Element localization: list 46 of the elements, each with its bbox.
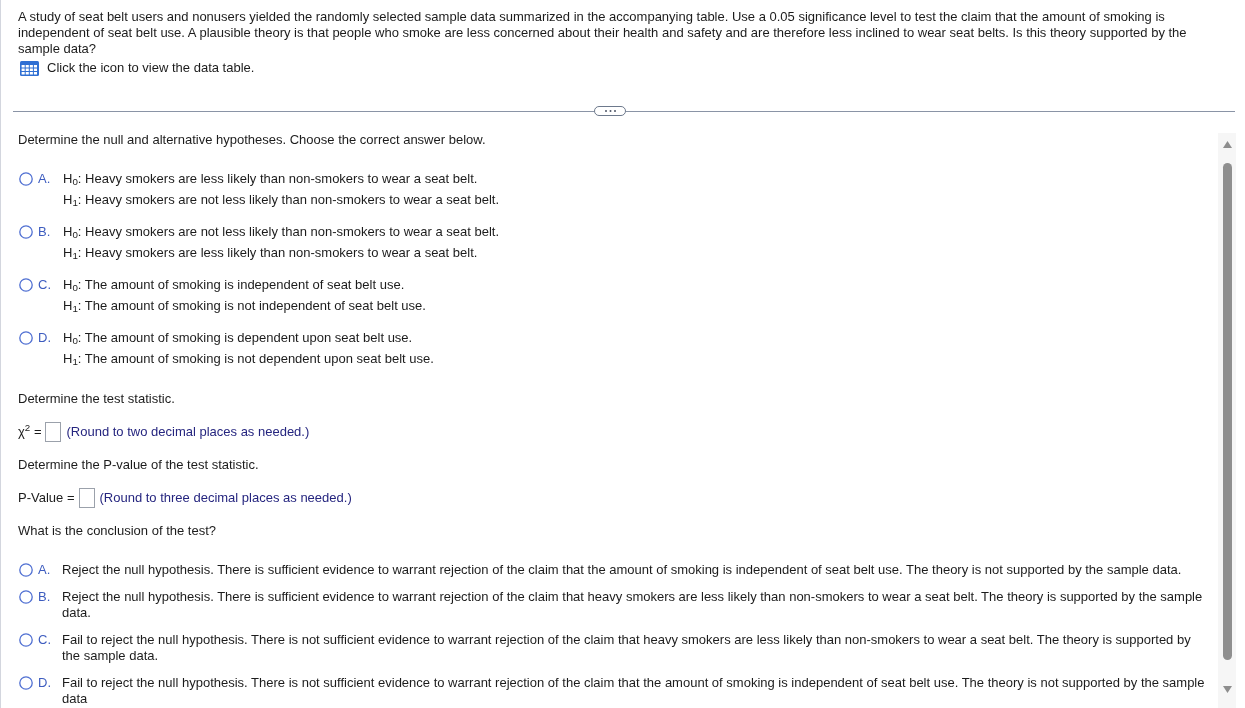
hypothesis-text: H$_{1}$: Heavy smokers are not less likely than non-smokers to wear a seat belt. (63, 192, 500, 208)
rounding-hint: (Round to three decimal places as needed.) (99, 490, 352, 506)
up-arrow-icon[interactable] (1222, 141, 1232, 148)
option-text: Fail to reject the null hypothesis. There is not sufficient evidence to warrant rejection of the claim that the amount of smoking is independent of seat belt use. The theory is not supported by the sample data (62, 675, 1206, 707)
hypothesis-text: H$_{1}$: The amount of smoking is not dependent upon seat belt use. (63, 351, 434, 367)
down-arrow-icon[interactable] (1222, 686, 1232, 693)
equation-label: P-Value = (18, 490, 75, 506)
option-text: Reject the null hypothesis. There is sufficient evidence to warrant rejection of the claim that the amount of smoking is independent of seat belt use. The theory is not supported by the sample data. (62, 562, 1183, 578)
option-letter: B. (38, 224, 52, 240)
hypothesis-text: H$_{1}$: The amount of smoking is not independent of seat belt use. (63, 298, 426, 314)
hypothesis-text: H$_{0}$: Heavy smokers are not less likely than non-smokers to wear a seat belt. (63, 224, 500, 240)
hypothesis-text: H$_{0}$: Heavy smokers are less likely than non-smokers to wear a seat belt. (63, 171, 479, 187)
table-icon[interactable] (20, 60, 39, 76)
scrollbar[interactable] (1218, 133, 1236, 708)
radio-button[interactable] (19, 331, 33, 345)
rounding-hint: (Round to two decimal places as needed.) (66, 424, 310, 440)
option-letter: A. (38, 171, 52, 187)
option-letter: D. (38, 330, 52, 346)
expand-button[interactable] (594, 106, 626, 116)
equation-label: χ$^{2}$ = (18, 424, 42, 440)
question-text: A study of seat belt users and nonusers yielded the randomly selected sample data summarized in the accompanying table. Use a 0.05 significance level to test the claim that the amount of smoking is independent of seat belt use. A plausible theory is that people who smoke are less concerned about their health and safety and are therefore less inclined to wear seat belts. Is this theory supported by the sample data? (18, 9, 1188, 57)
hypothesis-text: H$_{0}$: The amount of smoking is dependent upon seat belt use. (63, 330, 414, 346)
option-letter: A. (38, 562, 52, 578)
hypothesis-text: H$_{0}$: The amount of smoking is independent of seat belt use. (63, 277, 406, 293)
radio-button[interactable] (19, 590, 33, 604)
option-letter: D. (38, 675, 52, 691)
answer-field[interactable] (45, 422, 62, 442)
option-text: Reject the null hypothesis. There is sufficient evidence to warrant rejection of the claim that heavy smokers are less likely than non-smokers to wear a seat belt. The theory is supported by the sample data. (62, 589, 1204, 621)
radio-button[interactable] (19, 278, 33, 292)
prompt-text: What is the conclusion of the test? (18, 523, 217, 539)
hypothesis-text: H$_{1}$: Heavy smokers are less likely than non-smokers to wear a seat belt. (63, 245, 479, 261)
radio-button[interactable] (19, 225, 33, 239)
radio-button[interactable] (19, 563, 33, 577)
radio-button[interactable] (19, 172, 33, 186)
option-text: Fail to reject the null hypothesis. There is not sufficient evidence to warrant rejection of the claim that heavy smokers are less likely than non-smokers to wear a seat belt. The theory is supported by the sample data. (62, 632, 1192, 664)
prompt-text: Determine the P-value of the test statistic. (18, 457, 260, 473)
prompt-text: Determine the null and alternative hypotheses. Choose the correct answer below. (18, 132, 487, 148)
answer-field[interactable] (78, 488, 95, 508)
instruction-text: Click the icon to view the data table. (47, 60, 255, 76)
option-letter: C. (38, 277, 52, 293)
prompt-text: Determine the test statistic. (18, 391, 176, 407)
radio-button[interactable] (19, 676, 33, 690)
scrollbar-thumb[interactable] (1222, 163, 1232, 660)
radio-button[interactable] (19, 633, 33, 647)
option-letter: B. (38, 589, 52, 605)
option-letter: C. (38, 632, 52, 648)
